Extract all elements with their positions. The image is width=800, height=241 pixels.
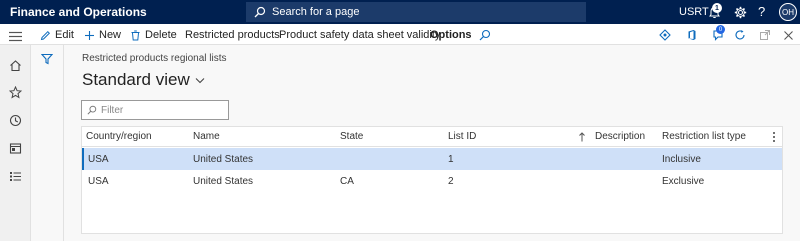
top-navigation-bar: Finance and Operations Search for a page… [0,0,800,24]
pencil-icon [40,30,51,40]
new-label: New [99,29,122,41]
workspace-icon[interactable] [8,141,22,155]
grid-filter-box [81,100,229,120]
view-selector[interactable]: Standard view [82,70,205,90]
chevron-down-icon [195,77,205,83]
delete-button[interactable]: Delete [130,28,177,42]
page-caption: Restricted products regional lists [82,53,227,64]
app-title[interactable]: Finance and Operations [10,4,147,20]
global-search-box[interactable]: Search for a page [246,2,586,22]
column-header-name[interactable]: Name [193,127,220,146]
column-header-country-region[interactable]: Country/region [86,127,152,146]
attachment-count-badge: 0 [716,25,725,34]
column-header-list-id[interactable]: List ID [448,127,476,146]
delete-label: Delete [145,29,177,41]
notification-count-badge: 1 [712,3,722,13]
user-avatar[interactable]: OH [779,3,797,21]
action-search-icon[interactable] [479,28,495,42]
grid-filter-input[interactable] [101,104,221,116]
filter-funnel-icon[interactable] [40,52,54,70]
column-header-state[interactable]: State [340,127,363,146]
list-icon[interactable] [8,169,22,183]
help-icon[interactable]: ? [758,4,765,20]
restricted-products-button[interactable]: Restricted products [185,28,280,42]
cell-restriction-list-type[interactable]: Exclusive [662,170,704,192]
filter-pane-strip [31,45,64,241]
edit-label: Edit [55,29,74,41]
refresh-icon[interactable] [733,28,747,42]
grid-header-row: Country/region Name State List ID Descri… [82,127,782,147]
cell-restriction-list-type[interactable]: Inclusive [662,148,701,170]
edit-button[interactable]: Edit [40,28,74,42]
star-icon[interactable] [8,85,22,99]
filter-search-icon [87,105,97,115]
new-button[interactable]: New [84,28,121,42]
left-navigation-rail [0,45,31,241]
action-pane: Edit New Delete Restricted products Prod… [0,24,800,45]
cell-state[interactable]: CA [340,170,354,192]
cell-name[interactable]: United States [193,148,253,170]
cell-name[interactable]: United States [193,170,253,192]
more-options-icon[interactable] [772,131,776,146]
trash-icon [131,30,140,40]
cell-country-region[interactable]: USA [88,170,109,192]
search-icon [254,6,266,18]
search-placeholder: Search for a page [272,6,360,18]
office-icon[interactable] [685,28,699,42]
company-picker[interactable]: USRT [679,6,709,18]
close-icon[interactable] [781,28,795,42]
table-row[interactable]: USA United States 1 Inclusive [82,148,782,170]
clock-icon[interactable] [8,113,22,127]
cell-list-id[interactable]: 1 [448,148,454,170]
cell-list-id[interactable]: 2 [448,170,454,192]
gear-icon[interactable] [732,4,748,20]
sort-ascending-icon [579,132,585,145]
cell-country-region[interactable]: USA [88,148,109,170]
diamond-icon[interactable] [658,28,672,42]
safety-data-sheet-validity-button[interactable]: Product safety data sheet validity [279,28,440,42]
home-icon[interactable] [8,58,22,72]
options-tab[interactable]: Options [430,28,472,42]
column-header-description[interactable]: Description [595,127,645,146]
column-header-restriction-list-type[interactable]: Restriction list type [662,127,746,146]
table-row[interactable]: USA United States CA 2 Exclusive [82,170,782,192]
view-name-label: Standard view [82,70,190,89]
open-new-window-icon[interactable] [758,28,772,42]
restricted-lists-grid: Country/region Name State List ID Descri… [81,126,783,234]
plus-icon [85,30,94,40]
